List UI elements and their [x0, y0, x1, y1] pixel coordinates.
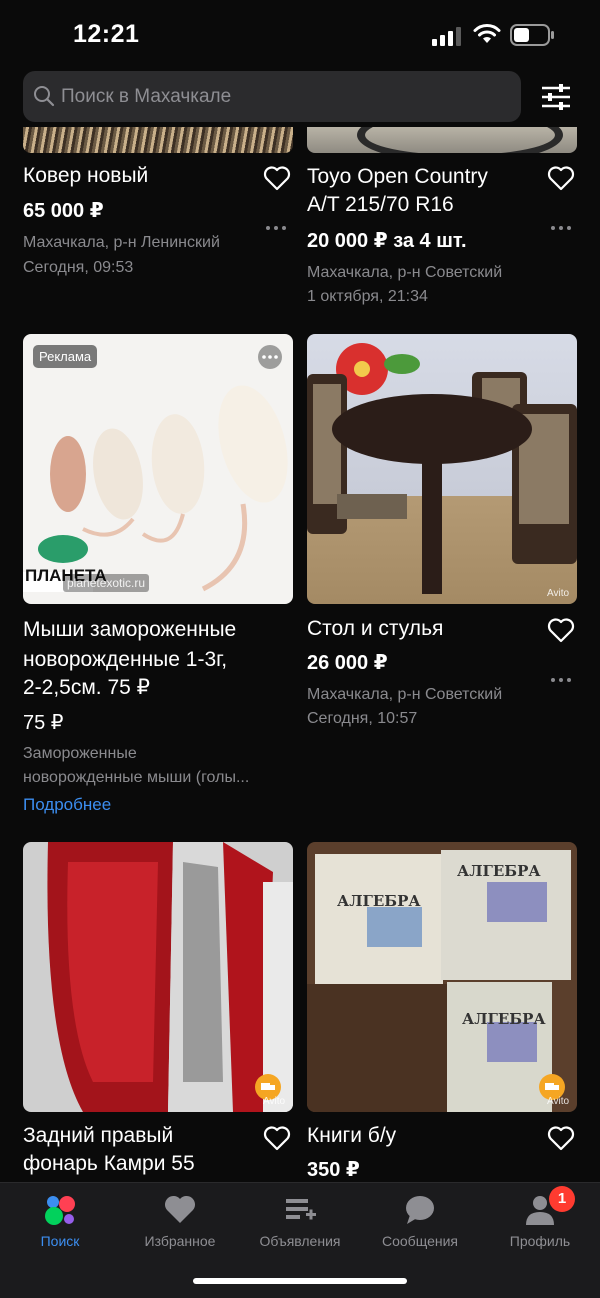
listing-image-taillight[interactable]: Avito [23, 842, 293, 1112]
listing-date: Сегодня, 09:53 [23, 259, 134, 276]
search-input[interactable]: Поиск в Махачкале [23, 71, 521, 122]
details-link[interactable]: Подробнее [23, 795, 111, 815]
listing-description-line2: новорожденные мыши (голы... [23, 769, 250, 786]
favorite-heart-icon[interactable] [263, 1125, 291, 1151]
listing-price: 20 000 ₽ за 4 шт. [307, 230, 467, 252]
listing-description-line1: Замороженные [23, 745, 137, 762]
listing-title[interactable]: Стол и стулья [307, 615, 443, 643]
tab-label: Объявления [259, 1233, 341, 1249]
listing-location: Махачкала, р-н Ленинский [23, 234, 220, 251]
listing-title-line2[interactable]: новорожденные 1-3г, [23, 646, 227, 674]
listing-title[interactable]: Книги б/у [307, 1122, 396, 1150]
filter-settings-icon[interactable] [538, 80, 574, 114]
more-options-icon[interactable] [266, 217, 294, 230]
favorite-heart-icon[interactable] [547, 165, 575, 191]
search-tab-icon [45, 1196, 75, 1225]
listing-image-carpet[interactable] [23, 127, 293, 153]
listing-image-tires[interactable]: Toyo Open Country [307, 127, 577, 153]
taillight-illustration [47, 842, 293, 1112]
avito-watermark: Avito [547, 1096, 570, 1107]
more-options-icon[interactable] [551, 669, 579, 682]
listing-date: Сегодня, 10:57 [307, 710, 418, 727]
listing-price: 26 000 ₽ [307, 652, 388, 674]
listing-title[interactable]: Ковер новый [23, 162, 148, 190]
more-options-icon [262, 355, 278, 359]
book-cover-title: АЛГЕБРА [457, 862, 541, 880]
status-bar: 12:21 [0, 0, 600, 70]
home-indicator [193, 1278, 407, 1284]
avito-watermark: Avito [263, 1096, 286, 1107]
wifi-icon [473, 24, 501, 43]
ad-more-button[interactable] [258, 345, 282, 369]
listing-title-line1[interactable]: Мыши замороженные [23, 616, 236, 644]
table-chairs-illustration [307, 343, 577, 594]
listing-price: 75 ₽ [23, 712, 64, 734]
mice-illustration [23, 385, 288, 592]
status-time: 12:21 [73, 20, 140, 48]
listing-title-line2[interactable]: фонарь Камри 55 [23, 1150, 195, 1178]
battery-icon [510, 24, 554, 46]
book-cover-title: АЛГЕБРА [462, 1010, 546, 1028]
favorite-heart-icon[interactable] [547, 1125, 575, 1151]
books-illustration [307, 850, 571, 1112]
book-cover-title: АЛГЕБРА [337, 892, 421, 910]
listing-price: 350 ₽ [307, 1159, 360, 1181]
more-options-icon[interactable] [551, 217, 579, 230]
search-icon [34, 86, 55, 107]
search-placeholder: Поиск в Махачкале [61, 86, 232, 107]
listing-price: 65 000 ₽ [23, 200, 104, 222]
favorite-heart-icon[interactable] [263, 165, 291, 191]
tab-label: Сообщения [382, 1233, 458, 1249]
chat-bubble-icon [406, 1196, 434, 1224]
cellular-signal-icon [432, 27, 461, 46]
listing-image-mice[interactable]: ПЛАНЕТА planetexotic.ru [23, 334, 293, 604]
avito-watermark: Avito [547, 588, 570, 599]
listings-add-icon [286, 1199, 316, 1220]
listing-title-line2[interactable]: A/T 215/70 R16 [307, 191, 454, 219]
listing-location: Махачкала, р-н Советский [307, 264, 503, 281]
profile-notification-badge: 1 [549, 1186, 575, 1212]
listing-title-line1[interactable]: Toyo Open Country [307, 163, 488, 191]
watermark-planetexotic: planetexotic.ru [63, 574, 150, 592]
tab-label: Профиль [509, 1233, 571, 1249]
listing-title-line3[interactable]: 2-2,5см. 75 ₽ [23, 674, 150, 702]
tab-label: Избранное [144, 1233, 216, 1249]
listing-image-books[interactable]: АЛГЕБРА АЛГЕБРА АЛГЕБРА Avito [307, 842, 577, 1112]
listing-title-line1[interactable]: Задний правый [23, 1122, 173, 1150]
tab-label: Поиск [40, 1233, 80, 1249]
heart-icon [164, 1195, 196, 1223]
ad-badge: Реклама [33, 345, 98, 368]
listing-date: 1 октября, 21:34 [307, 288, 428, 305]
listing-image-table[interactable]: Avito [307, 334, 577, 604]
listing-location: Махачкала, р-н Советский [307, 686, 503, 703]
favorite-heart-icon[interactable] [547, 617, 575, 643]
